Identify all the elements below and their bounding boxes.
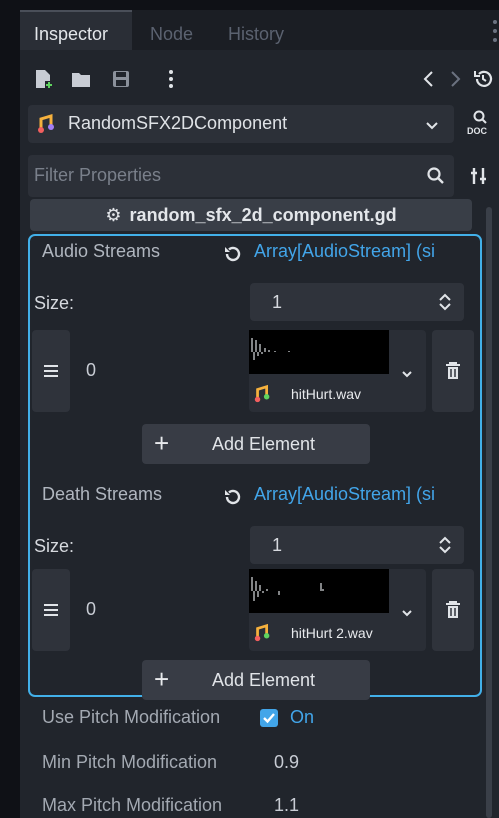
script-filename: random_sfx_2d_component.gd (129, 205, 397, 225)
trash-icon (446, 362, 460, 379)
tools-icon[interactable] (468, 165, 490, 187)
max-pitch-modification-value[interactable]: 1.1 (274, 795, 299, 816)
filter-properties-input[interactable]: Filter Properties (28, 155, 454, 197)
delete-element-button[interactable] (432, 330, 474, 412)
size-label: Size: (34, 293, 75, 313)
audio-file-name: hitHurt 2.wav (291, 625, 373, 641)
script-button[interactable]: ⚙ random_sfx_2d_component.gd (30, 199, 472, 231)
audio-file-name: hitHurt.wav (291, 386, 362, 402)
tab-inspector[interactable]: Inspector (20, 10, 132, 50)
forward-arrow-icon[interactable] (444, 68, 466, 90)
scrollbar[interactable] (486, 207, 492, 818)
dock-menu-icon[interactable] (493, 20, 497, 42)
audio-streams-label: Audio Streams (42, 241, 161, 261)
checkmark-icon (263, 713, 275, 724)
resource-row: RandomSFX2DComponent DOC (20, 105, 499, 145)
audio-file-icon (254, 623, 270, 642)
new-resource-icon[interactable] (32, 68, 54, 90)
doc-icon[interactable]: DOC (466, 109, 494, 141)
trash-icon (446, 601, 460, 618)
revert-icon[interactable] (222, 487, 242, 507)
audio-streams-size-input[interactable]: 1 (250, 283, 464, 321)
add-element-button[interactable]: + Add Element (142, 660, 370, 700)
history-icon[interactable] (472, 68, 494, 90)
tab-node[interactable]: Node (150, 10, 193, 50)
resource-name: RandomSFX2DComponent (68, 113, 288, 133)
resource-selector[interactable]: RandomSFX2DComponent (28, 105, 454, 143)
use-pitch-modification-value[interactable]: On (290, 707, 314, 728)
inspector-dock: Inspector Node History RandomSFX2DCompon… (20, 10, 499, 818)
waveform-preview (249, 569, 389, 613)
delete-element-button[interactable] (432, 569, 474, 651)
tab-history[interactable]: History (228, 10, 284, 50)
spin-arrows-icon[interactable] (438, 536, 452, 554)
selected-properties-group: Audio Streams Array[AudioStream] (si Siz… (28, 234, 482, 700)
filter-placeholder: Filter Properties (34, 165, 162, 185)
audio-resource-slot[interactable]: hitHurt.wav (249, 330, 426, 412)
drag-handle-icon (44, 365, 58, 377)
gear-icon: ⚙ (105, 205, 122, 225)
spin-arrows-icon[interactable] (438, 293, 452, 311)
death-streams-label: Death Streams (42, 484, 163, 504)
plus-icon: + (154, 428, 170, 458)
use-pitch-modification-label: Use Pitch Modification (42, 707, 221, 727)
audio-node-icon (38, 113, 54, 133)
element-index: 0 (86, 599, 97, 619)
size-label: Size: (34, 536, 75, 556)
search-icon (427, 167, 444, 184)
more-options-icon[interactable] (160, 68, 182, 90)
inspector-toolbar (20, 60, 499, 100)
drag-handle-icon (44, 604, 58, 616)
element-index: 0 (86, 360, 97, 380)
array-element-row: 0 hitHurt.wav (32, 330, 474, 412)
back-arrow-icon[interactable] (418, 68, 440, 90)
open-folder-icon[interactable] (70, 68, 92, 90)
waveform-preview (249, 330, 389, 374)
use-pitch-modification-checkbox[interactable] (260, 709, 278, 727)
add-element-button[interactable]: + Add Element (142, 424, 370, 464)
chevron-down-icon[interactable] (401, 370, 413, 380)
revert-icon[interactable] (222, 244, 242, 264)
audio-resource-slot[interactable]: hitHurt 2.wav (249, 569, 426, 651)
save-icon[interactable] (110, 68, 132, 90)
array-element-row: 0 hitHurt 2.wav (32, 569, 474, 651)
dock-tab-bar: Inspector Node History (20, 10, 499, 50)
death-streams-size-input[interactable]: 1 (250, 526, 464, 564)
plus-icon: + (154, 664, 170, 694)
drag-handle[interactable] (32, 330, 70, 412)
chevron-down-icon[interactable] (401, 609, 413, 619)
min-pitch-modification-value[interactable]: 0.9 (274, 752, 299, 773)
drag-handle[interactable] (32, 569, 70, 651)
audio-streams-value[interactable]: Array[AudioStream] (si (254, 241, 435, 262)
chevron-down-icon[interactable] (424, 117, 440, 133)
audio-file-icon (254, 384, 270, 403)
death-streams-value[interactable]: Array[AudioStream] (si (254, 484, 435, 505)
min-pitch-modification-label: Min Pitch Modification (42, 752, 218, 772)
max-pitch-modification-label: Max Pitch Modification (42, 795, 223, 815)
